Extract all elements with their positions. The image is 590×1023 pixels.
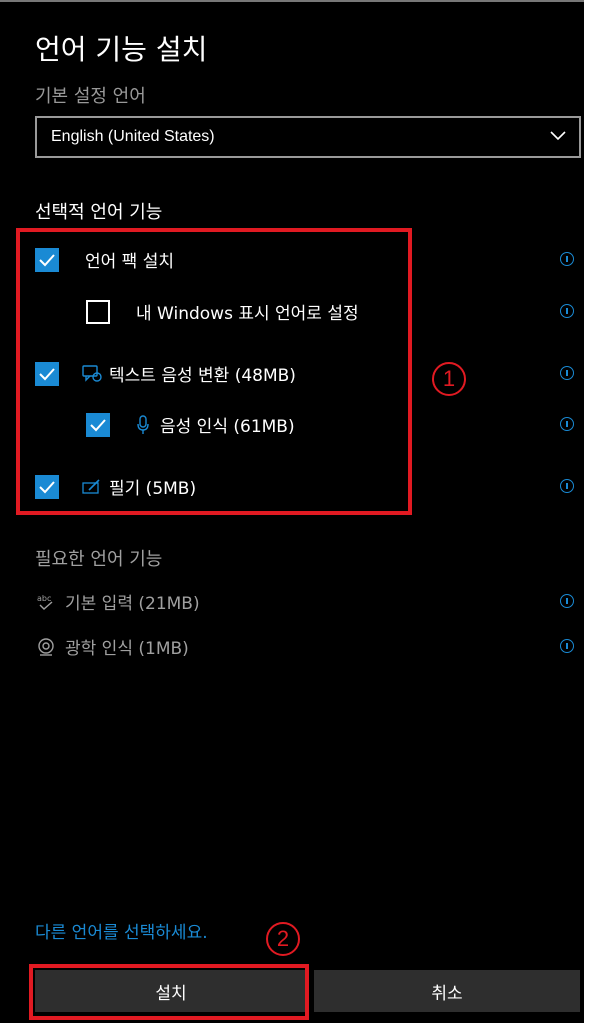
- highlight-box-install: [29, 964, 309, 1020]
- abc-spellcheck-icon: abc: [35, 591, 57, 613]
- highlight-box-optional-features: [16, 228, 412, 515]
- info-icon[interactable]: [560, 304, 574, 318]
- ocr-eye-icon: [35, 636, 57, 658]
- required-row-basic-typing: abc 기본 입력 (21MB): [35, 589, 200, 615]
- preferred-language-label: 기본 설정 언어: [35, 86, 146, 107]
- choose-other-language-link[interactable]: 다른 언어를 선택하세요.: [35, 918, 208, 943]
- preferred-language-value: English (United States): [51, 128, 215, 145]
- svg-text:abc: abc: [37, 594, 51, 603]
- info-icon[interactable]: [560, 366, 574, 380]
- chevron-down-icon: [550, 131, 566, 141]
- top-border: [0, 0, 590, 2]
- cancel-button[interactable]: 취소: [314, 970, 580, 1012]
- info-icon[interactable]: [560, 594, 574, 608]
- required-row-ocr: 광학 인식 (1MB): [35, 634, 189, 659]
- annotation-marker-2: 2: [266, 922, 300, 956]
- info-icon[interactable]: [560, 639, 574, 653]
- ocr-label: 광학 인식 (1MB): [65, 639, 189, 659]
- basic-typing-label: 기본 입력 (21MB): [65, 594, 200, 614]
- page-title: 언어 기능 설치: [35, 33, 208, 66]
- optional-features-title: 선택적 언어 기능: [35, 202, 163, 223]
- info-icon[interactable]: [560, 417, 574, 431]
- info-icon[interactable]: [560, 252, 574, 266]
- info-icon[interactable]: [560, 479, 574, 493]
- right-border: [584, 0, 590, 1023]
- required-features-title: 필요한 언어 기능: [35, 549, 163, 570]
- annotation-marker-1: 1: [432, 362, 466, 396]
- preferred-language-dropdown[interactable]: English (United States): [35, 116, 581, 158]
